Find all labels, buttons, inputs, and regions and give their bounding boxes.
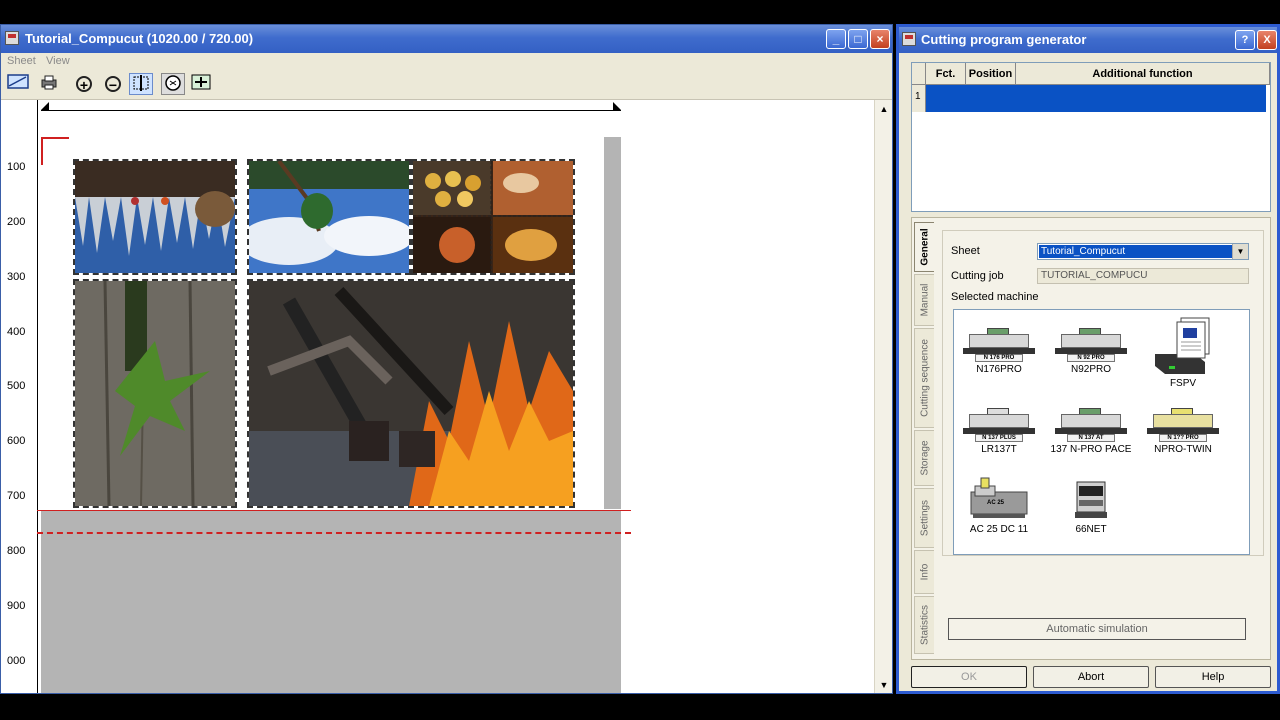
cutting-program-generator-dialog: Cutting program generator ? X Fct. Posit… <box>896 24 1280 694</box>
compucut-window: Tutorial_Compucut (1020.00 / 720.00) _ □… <box>0 24 893 694</box>
menu-view[interactable]: View <box>46 55 70 67</box>
menu-bar: Sheet View <box>1 53 892 69</box>
printer-icon: N 137 AT <box>1053 396 1129 444</box>
machine-item[interactable]: N 137 PLUS LR137T <box>954 396 1044 455</box>
tab-general[interactable]: General <box>914 222 934 272</box>
dialog-app-icon <box>902 32 916 46</box>
printer-icon: N 1?? PRO <box>1145 396 1221 444</box>
tab-statistics[interactable]: Statistics <box>914 596 934 654</box>
machine-item[interactable]: AC 25 AC 25 DC 11 <box>954 476 1044 535</box>
left-window-title: Tutorial_Compucut (1020.00 / 720.00) <box>25 31 254 46</box>
tab-storage[interactable]: Storage <box>914 430 934 486</box>
zoom-all-icon[interactable] <box>189 73 213 95</box>
tab-manual[interactable]: Manual <box>914 274 934 326</box>
machine-name: NPRO-TWIN <box>1154 444 1212 455</box>
col-additional-function[interactable]: Additional function <box>1016 63 1270 85</box>
close-button[interactable]: × <box>870 29 890 49</box>
photo-food-collage[interactable] <box>411 159 575 275</box>
fit-width-icon[interactable] <box>129 73 153 95</box>
help-button[interactable]: Help <box>1155 666 1271 688</box>
general-group: Sheet Tutorial_Compucut ▼ Cutting job TU… <box>942 230 1264 556</box>
cutting-job-field[interactable]: TUTORIAL_COMPUCU <box>1037 268 1249 284</box>
machine-item[interactable]: N 1?? PRO NPRO-TWIN <box>1138 396 1228 455</box>
table-row-number: 1 <box>912 85 926 112</box>
sheet-end-line <box>37 532 631 534</box>
left-window-titlebar[interactable]: Tutorial_Compucut (1020.00 / 720.00) _ □… <box>1 25 892 53</box>
maximize-button[interactable]: □ <box>848 29 868 49</box>
vertical-ruler: 100 200 300 400 500 600 700 800 900 000 <box>5 100 38 693</box>
printer-icon: N 137 PLUS <box>961 396 1037 444</box>
function-table[interactable]: Fct. Position Additional function 1 <box>911 62 1271 212</box>
machine-name: 137 N-PRO PACE <box>1050 444 1132 455</box>
sheet-label: Sheet <box>951 245 980 257</box>
tab-cutting-sequence[interactable]: Cutting sequence <box>914 328 934 428</box>
vertical-tabs: General Manual Cutting sequence Storage … <box>912 218 936 659</box>
cut-line <box>37 510 631 511</box>
table-corner <box>912 63 926 85</box>
machine-item[interactable]: N 92 PRO N92PRO <box>1046 316 1136 375</box>
sheet-select[interactable]: Tutorial_Compucut ▼ <box>1037 243 1249 260</box>
vertical-scrollbar[interactable]: ▲ ▼ <box>874 100 892 693</box>
zoom-out-icon[interactable]: − <box>101 73 125 95</box>
fit-page-icon[interactable] <box>161 73 185 95</box>
menu-sheet[interactable]: Sheet <box>7 55 36 67</box>
minimize-button[interactable]: _ <box>826 29 846 49</box>
machine-list[interactable]: N 176 PRO N176PRO N 92 PRO N92PRO FSPV N… <box>953 309 1250 555</box>
sheet-remaining-area <box>41 510 621 693</box>
machine-item[interactable]: N 176 PRO N176PRO <box>954 316 1044 375</box>
col-fct[interactable]: Fct. <box>926 63 966 85</box>
help-title-button[interactable]: ? <box>1235 30 1255 50</box>
start-mark-vertical <box>41 137 43 165</box>
dialog-titlebar[interactable]: Cutting program generator ? X <box>899 27 1277 53</box>
tab-settings[interactable]: Settings <box>914 488 934 548</box>
photo-icicles[interactable] <box>73 159 237 275</box>
sheet-canvas[interactable]: 100 200 300 400 500 600 700 800 900 000 <box>1 100 874 693</box>
tab-info[interactable]: Info <box>914 550 934 594</box>
photo-wood-leaf[interactable] <box>73 279 237 508</box>
table-row[interactable] <box>926 85 1266 112</box>
machine-name: N176PRO <box>976 364 1022 375</box>
machine-item[interactable]: 66NET <box>1046 476 1136 535</box>
machine-name: 66NET <box>1075 524 1107 535</box>
printer-icon: N 176 PRO <box>961 316 1037 364</box>
cutting-job-label: Cutting job <box>951 270 1004 282</box>
machine-item[interactable]: FSPV <box>1138 312 1228 389</box>
app-icon <box>5 31 19 45</box>
photo-sky-branch[interactable] <box>247 159 411 275</box>
machine-name: LR137T <box>981 444 1017 455</box>
abort-button[interactable]: Abort <box>1033 666 1149 688</box>
toolbar: + − <box>1 69 892 100</box>
scroll-down-icon[interactable]: ▼ <box>877 678 891 692</box>
print-icon[interactable] <box>37 73 61 95</box>
automatic-simulation-button[interactable]: Automatic simulation <box>948 618 1246 640</box>
col-position[interactable]: Position <box>966 63 1016 85</box>
top-ruler <box>41 102 621 111</box>
machine-name: AC 25 DC 11 <box>969 524 1029 535</box>
photo-fire[interactable] <box>247 279 575 508</box>
machine-item[interactable]: N 137 AT 137 N-PRO PACE <box>1046 396 1136 455</box>
fspv-computer-icon <box>1145 312 1221 382</box>
small-cutter-icon <box>1053 476 1129 524</box>
sheet-select-value: Tutorial_Compucut <box>1039 245 1232 258</box>
dialog-close-button[interactable]: X <box>1257 30 1277 50</box>
chevron-down-icon[interactable]: ▼ <box>1232 244 1248 259</box>
ok-button[interactable]: OK <box>911 666 1027 688</box>
start-mark <box>41 137 69 139</box>
printer-icon: N 92 PRO <box>1053 316 1129 364</box>
zoom-in-icon[interactable]: + <box>72 73 96 95</box>
svg-text:AC 25: AC 25 <box>987 500 1005 506</box>
dialog-title: Cutting program generator <box>921 32 1087 47</box>
machine-name: N92PRO <box>1070 364 1111 375</box>
sheet-margin-right <box>604 137 621 509</box>
scroll-up-icon[interactable]: ▲ <box>877 102 891 116</box>
sheet-view-icon[interactable] <box>6 73 30 95</box>
settings-tab-panel: General Manual Cutting sequence Storage … <box>911 217 1271 660</box>
selected-machine-label: Selected machine <box>951 291 1039 303</box>
cutter-icon: AC 25 <box>961 476 1037 524</box>
